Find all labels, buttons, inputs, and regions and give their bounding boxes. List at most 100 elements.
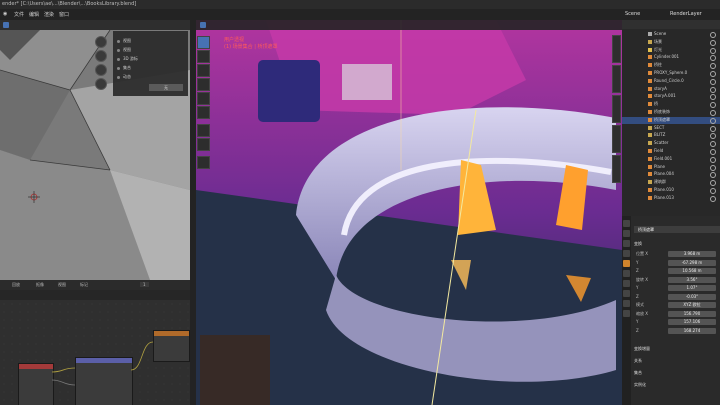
outliner-row[interactable]: storyA bbox=[622, 86, 720, 93]
property-value-field[interactable]: -67.298 m bbox=[668, 259, 716, 266]
visibility-eye-icon[interactable] bbox=[710, 78, 716, 85]
collapsed-section-header[interactable]: 集合 bbox=[634, 370, 642, 376]
outliner-row[interactable]: Field.001 bbox=[622, 156, 720, 163]
expand-icon[interactable] bbox=[117, 40, 120, 43]
tool-tab-icon[interactable] bbox=[623, 220, 630, 227]
outliner-row[interactable]: 桥底装饰 bbox=[622, 109, 720, 116]
visibility-eye-icon[interactable] bbox=[710, 32, 716, 38]
object-name-field[interactable]: 桥顶遮罩 bbox=[634, 226, 720, 233]
view-layer-selector[interactable]: RenderLayer bbox=[670, 11, 702, 17]
outliner-row[interactable]: 桥顶遮罩 bbox=[622, 116, 720, 124]
measure-icon[interactable] bbox=[197, 138, 210, 151]
current-frame-field[interactable]: 1 bbox=[140, 282, 149, 287]
visibility-eye-icon[interactable] bbox=[710, 133, 716, 140]
node-editor[interactable] bbox=[0, 290, 190, 405]
outliner-row[interactable]: PROXY_Sphere.0 bbox=[622, 70, 720, 77]
outliner-row[interactable]: 建筑群 bbox=[622, 179, 720, 187]
outliner-row[interactable]: storyA.001 bbox=[622, 93, 720, 101]
visibility-eye-icon[interactable] bbox=[710, 63, 716, 70]
timeline-marker-menu[interactable]: 标记 bbox=[80, 282, 88, 288]
collapsed-section-header[interactable]: 变换增量 bbox=[634, 346, 650, 352]
3d-viewport[interactable] bbox=[196, 20, 622, 405]
scene-selector[interactable]: Scene bbox=[625, 11, 640, 17]
outliner-row[interactable]: 灯光 bbox=[622, 47, 720, 54]
properties-editor[interactable]: 桥顶遮罩 变换 位置 X 3.968 m Y -67.298 m Z 10.568 m 旋转… bbox=[622, 216, 720, 405]
visibility-eye-icon[interactable] bbox=[710, 47, 716, 54]
camera-icon[interactable] bbox=[95, 78, 107, 90]
transform-icon[interactable] bbox=[197, 106, 210, 119]
menu-window[interactable]: 窗口 bbox=[59, 11, 69, 18]
property-value-field[interactable]: 1.07° bbox=[668, 285, 716, 291]
render-tab-icon[interactable] bbox=[623, 230, 630, 237]
outliner-row[interactable]: Plane bbox=[622, 164, 720, 171]
outliner-row[interactable]: Plane.010 bbox=[622, 187, 720, 194]
modifier-tab-icon[interactable] bbox=[623, 270, 630, 277]
outliner-row[interactable]: 桥 bbox=[622, 101, 720, 109]
visibility-eye-icon[interactable] bbox=[710, 164, 716, 171]
property-value-field[interactable]: XYZ 欧拉 bbox=[668, 302, 716, 308]
visibility-eye-icon[interactable] bbox=[710, 110, 716, 116]
annotate-icon[interactable] bbox=[197, 124, 210, 137]
menu-file[interactable]: 文件 bbox=[14, 11, 24, 18]
collapsed-section-header[interactable]: 关系 bbox=[634, 358, 642, 364]
property-value-field[interactable]: 3.968 m bbox=[668, 251, 716, 257]
visibility-eye-icon[interactable] bbox=[710, 117, 716, 124]
visibility-eye-icon[interactable] bbox=[710, 180, 716, 187]
menu-render[interactable]: 渲染 bbox=[44, 11, 54, 18]
rotate-icon[interactable] bbox=[197, 78, 210, 91]
visibility-eye-icon[interactable] bbox=[710, 94, 716, 101]
collapsed-section-header[interactable]: 实例化 bbox=[634, 382, 646, 388]
expand-icon[interactable] bbox=[117, 58, 120, 61]
panel-item[interactable]: 视图 bbox=[123, 47, 131, 53]
property-value-field[interactable]: 10.568 m bbox=[668, 268, 716, 274]
scale-icon[interactable] bbox=[197, 92, 210, 105]
visibility-eye-icon[interactable] bbox=[710, 55, 716, 62]
sidebar-tab-addon[interactable] bbox=[612, 125, 621, 153]
outliner-row[interactable]: 桥柱 bbox=[622, 62, 720, 70]
visibility-eye-icon[interactable] bbox=[710, 39, 716, 46]
sidebar-tab-tool[interactable] bbox=[612, 65, 621, 93]
expand-icon[interactable] bbox=[117, 67, 120, 70]
timeline-playback-menu[interactable]: 回放 bbox=[12, 282, 20, 288]
sidebar-tab-view[interactable] bbox=[612, 95, 621, 123]
editor-type-icon[interactable] bbox=[200, 22, 206, 28]
timeline-view-menu[interactable]: 视图 bbox=[58, 282, 66, 288]
zoom-icon[interactable] bbox=[95, 50, 107, 62]
property-value-field[interactable]: 156.790 bbox=[668, 310, 716, 317]
visibility-eye-icon[interactable] bbox=[710, 125, 716, 132]
output-tab-icon[interactable] bbox=[623, 240, 630, 247]
expand-icon[interactable] bbox=[117, 76, 120, 79]
panel-dropdown[interactable]: 无 bbox=[149, 84, 183, 91]
scene-tab-icon[interactable] bbox=[623, 250, 630, 257]
outliner-row[interactable]: Field bbox=[622, 148, 720, 155]
visibility-eye-icon[interactable] bbox=[710, 172, 716, 179]
visibility-eye-icon[interactable] bbox=[710, 86, 716, 93]
move-icon[interactable] bbox=[197, 64, 210, 77]
axis-gizmo-icon[interactable] bbox=[95, 36, 107, 48]
visibility-eye-icon[interactable] bbox=[710, 195, 716, 202]
outliner[interactable]: Scene 场景 灯光 Cylinder.001 桥柱 PROXY_Sphere.0 Rou… bbox=[622, 20, 720, 216]
visibility-eye-icon[interactable] bbox=[710, 71, 716, 77]
outliner-row[interactable]: Round_Circle.0 bbox=[622, 78, 720, 85]
data-tab-icon[interactable] bbox=[623, 300, 630, 307]
visibility-eye-icon[interactable] bbox=[710, 102, 716, 109]
sidebar-tab-extra[interactable] bbox=[612, 155, 621, 183]
editor-type-icon[interactable] bbox=[3, 22, 9, 28]
hand-pan-icon[interactable] bbox=[95, 64, 107, 76]
panel-item[interactable]: 集合 bbox=[123, 65, 131, 71]
select-box-icon[interactable] bbox=[197, 36, 210, 49]
cursor-tool-icon[interactable] bbox=[197, 50, 210, 63]
property-value-field[interactable]: -0.03° bbox=[668, 293, 716, 300]
panel-item[interactable]: 视图 bbox=[123, 38, 131, 44]
expand-icon[interactable] bbox=[117, 49, 120, 52]
outliner-row[interactable]: Cylinder.001 bbox=[622, 54, 720, 62]
outliner-row[interactable]: SECT bbox=[622, 125, 720, 132]
add-cube-icon[interactable] bbox=[197, 156, 210, 169]
timeline-keying-menu[interactable]: 抠像 bbox=[36, 282, 44, 288]
physics-tab-icon[interactable] bbox=[623, 280, 630, 287]
property-value-field[interactable]: 3.56° bbox=[668, 276, 716, 283]
blender-logo-icon[interactable]: ◉ bbox=[3, 11, 7, 17]
transform-section-header[interactable]: 变换 bbox=[634, 241, 642, 247]
outliner-row[interactable]: Plane.013 bbox=[622, 195, 720, 202]
panel-item[interactable]: 3D 游标 bbox=[123, 56, 138, 62]
